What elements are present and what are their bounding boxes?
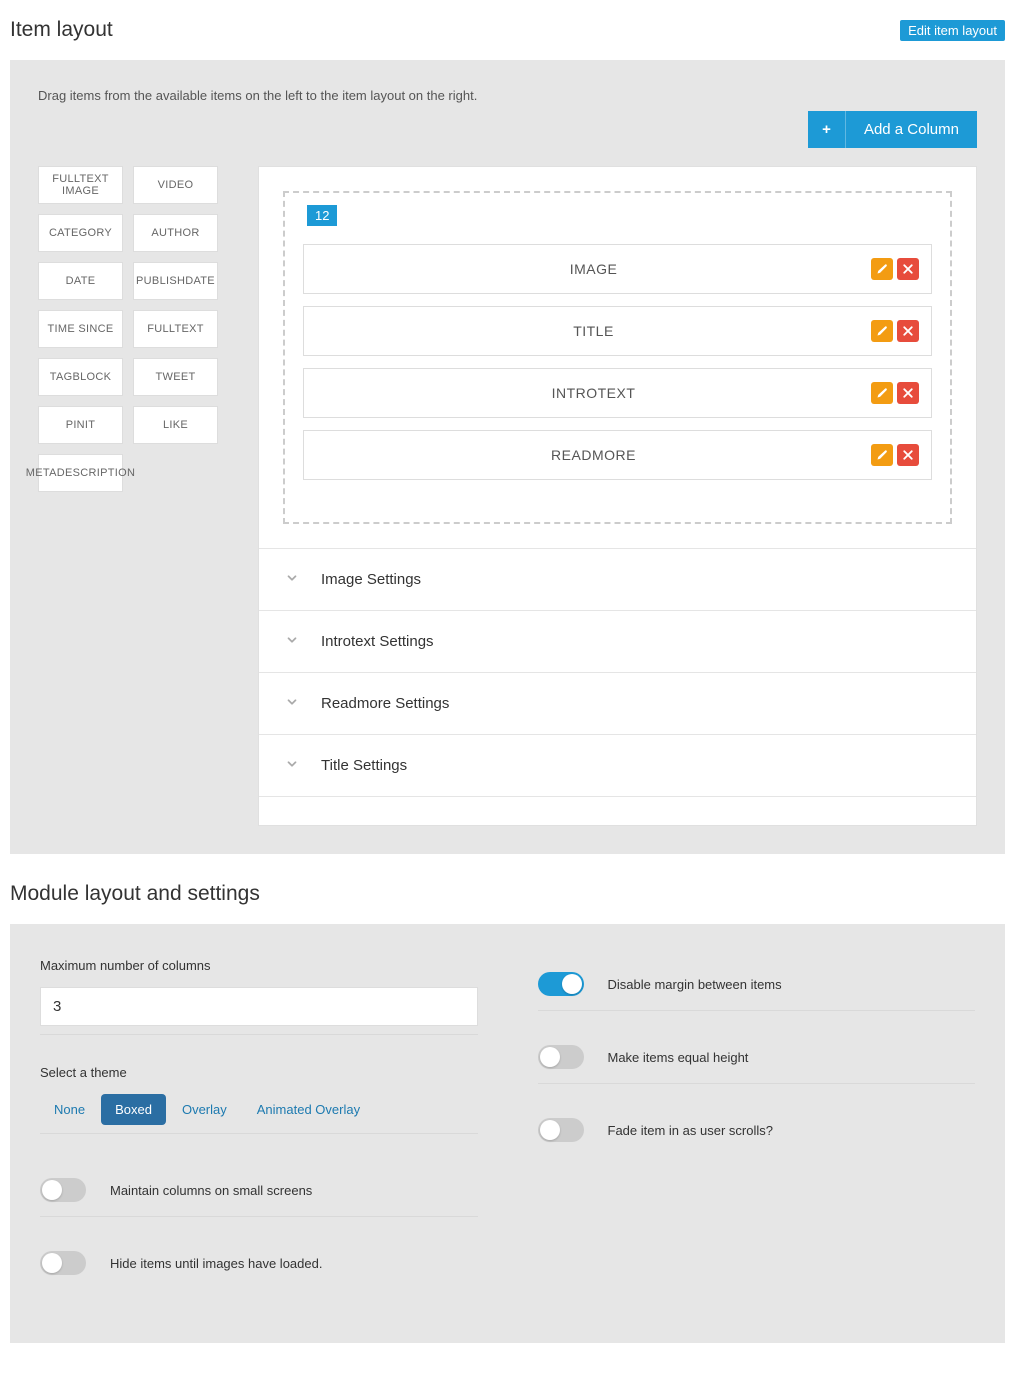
accordion-label: Introtext Settings [321, 633, 434, 650]
chevron-down-icon [285, 757, 299, 774]
theme-tab-none[interactable]: None [40, 1094, 99, 1125]
accordion-item[interactable]: Image Settings [259, 549, 976, 611]
add-column-button[interactable]: + Add a Column [808, 111, 977, 148]
edit-icon[interactable] [871, 258, 893, 280]
available-item[interactable]: DATE [38, 262, 123, 300]
disable-margin-label: Disable margin between items [608, 977, 782, 992]
fade-in-toggle[interactable] [538, 1118, 584, 1142]
layout-item-name: READMORE [316, 447, 871, 463]
disable-margin-row: Disable margin between items [538, 958, 976, 1011]
section-title-module-layout: Module layout and settings [10, 882, 260, 906]
theme-label: Select a theme [40, 1065, 478, 1080]
equal-height-row: Make items equal height [538, 1031, 976, 1084]
layout-item-name: INTROTEXT [316, 385, 871, 401]
theme-tabs: NoneBoxedOverlayAnimated Overlay [40, 1094, 478, 1125]
fade-in-row: Fade item in as user scrolls? [538, 1104, 976, 1156]
hide-items-toggle[interactable] [40, 1251, 86, 1275]
available-item[interactable]: FULLTEXT IMAGE [38, 166, 123, 204]
edit-icon[interactable] [871, 320, 893, 342]
section-title-item-layout: Item layout [10, 18, 113, 42]
equal-height-label: Make items equal height [608, 1050, 749, 1065]
accordion-item[interactable]: Readmore Settings [259, 673, 976, 735]
edit-icon[interactable] [871, 444, 893, 466]
available-item[interactable]: AUTHOR [133, 214, 218, 252]
max-columns-input[interactable] [40, 987, 478, 1026]
item-layout-panel: Drag items from the available items on t… [10, 60, 1005, 854]
theme-tab-boxed[interactable]: Boxed [101, 1094, 166, 1125]
module-settings-panel: Maximum number of columns Select a theme… [10, 924, 1005, 1343]
layout-item[interactable]: IMAGE [303, 244, 932, 294]
maintain-columns-toggle[interactable] [40, 1178, 86, 1202]
available-items-list: FULLTEXT IMAGE VIDEO CATEGORY AUTHOR DATE PUB… [38, 166, 238, 492]
max-columns-label: Maximum number of columns [40, 958, 478, 973]
accordion-label: Title Settings [321, 757, 407, 774]
disable-margin-toggle[interactable] [538, 972, 584, 996]
maintain-columns-label: Maintain columns on small screens [110, 1183, 312, 1198]
accordion-item[interactable]: Title Settings [259, 735, 976, 797]
available-item[interactable]: LIKE [133, 406, 218, 444]
theme-tab-overlay[interactable]: Overlay [168, 1094, 241, 1125]
accordion-label: Image Settings [321, 571, 421, 588]
available-item[interactable]: VIDEO [133, 166, 218, 204]
equal-height-toggle[interactable] [538, 1045, 584, 1069]
available-item[interactable]: METADESCRIPTION [38, 454, 123, 492]
edit-icon[interactable] [871, 382, 893, 404]
layout-canvas: 12 IMAGE TITLE INTROTEXT READMORE Image Set… [258, 166, 977, 826]
column-drop-zone[interactable]: 12 IMAGE TITLE INTROTEXT READMORE [283, 191, 952, 524]
column-width-badge[interactable]: 12 [307, 205, 337, 226]
maintain-columns-row: Maintain columns on small screens [40, 1164, 478, 1217]
add-column-label: Add a Column [846, 111, 977, 148]
delete-icon[interactable] [897, 382, 919, 404]
hide-items-label: Hide items until images have loaded. [110, 1256, 322, 1271]
hide-items-row: Hide items until images have loaded. [40, 1237, 478, 1289]
layout-item[interactable]: TITLE [303, 306, 932, 356]
available-item[interactable]: TIME SINCE [38, 310, 123, 348]
chevron-down-icon [285, 571, 299, 588]
layout-item-name: TITLE [316, 323, 871, 339]
available-item[interactable]: PUBLISHDATE [133, 262, 218, 300]
plus-icon: + [808, 111, 846, 148]
available-item[interactable]: PINIT [38, 406, 123, 444]
theme-tab-animated-overlay[interactable]: Animated Overlay [243, 1094, 374, 1125]
chevron-down-icon [285, 633, 299, 650]
accordion-label: Readmore Settings [321, 695, 449, 712]
available-item[interactable]: FULLTEXT [133, 310, 218, 348]
available-item[interactable]: TAGBLOCK [38, 358, 123, 396]
delete-icon[interactable] [897, 444, 919, 466]
delete-icon[interactable] [897, 258, 919, 280]
edit-item-layout-button[interactable]: Edit item layout [900, 20, 1005, 41]
layout-item[interactable]: READMORE [303, 430, 932, 480]
chevron-down-icon [285, 695, 299, 712]
layout-item[interactable]: INTROTEXT [303, 368, 932, 418]
available-item[interactable]: TWEET [133, 358, 218, 396]
fade-in-label: Fade item in as user scrolls? [608, 1123, 773, 1138]
delete-icon[interactable] [897, 320, 919, 342]
available-item[interactable]: CATEGORY [38, 214, 123, 252]
layout-item-name: IMAGE [316, 261, 871, 277]
instruction-text: Drag items from the available items on t… [38, 88, 977, 103]
accordion-item[interactable]: Introtext Settings [259, 611, 976, 673]
